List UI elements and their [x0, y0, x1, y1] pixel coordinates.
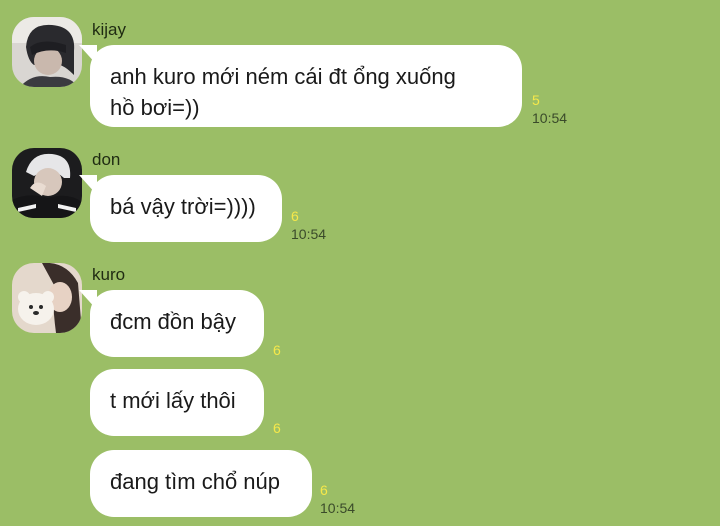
- read-count: 6: [291, 208, 299, 224]
- message-timestamp: 10:54: [532, 110, 568, 126]
- message-bubble[interactable]: đang tìm chổ núp: [90, 450, 312, 517]
- profile-photo-icon: [12, 263, 82, 333]
- avatar-kijay[interactable]: [12, 17, 82, 87]
- message-bubble[interactable]: t mới lấy thôi: [90, 369, 264, 436]
- sender-name: kuro: [92, 265, 126, 284]
- message-timestamp: 10:54: [320, 500, 356, 516]
- message-text-line: đang tìm chổ núp: [110, 469, 281, 494]
- read-count: 6: [273, 342, 281, 358]
- message-bubble[interactable]: anh kuro mới ném cái đt ổng xuống hồ bơi…: [79, 45, 522, 127]
- sender-name: kijay: [92, 20, 127, 39]
- avatar-don[interactable]: [12, 148, 82, 218]
- profile-photo-icon: [12, 148, 82, 218]
- sender-name: don: [92, 150, 121, 169]
- profile-photo-icon: [12, 17, 82, 87]
- message-text-line: anh kuro mới ném cái đt ổng xuống: [110, 64, 456, 89]
- read-count: 6: [273, 420, 281, 436]
- message-text-line: hồ bơi=)): [110, 95, 200, 120]
- message-text-line: bá vậy trời=)))): [110, 194, 256, 219]
- avatar-kuro[interactable]: [12, 263, 82, 333]
- message-text-line: t mới lấy thôi: [110, 388, 236, 413]
- message-timestamp: 10:54: [291, 226, 327, 242]
- message-text-line: đcm đồn bậy: [110, 309, 236, 334]
- message-bubble[interactable]: đcm đồn bậy: [79, 290, 264, 357]
- read-count: 6: [320, 482, 328, 498]
- read-count: 5: [532, 92, 540, 108]
- message-bubble[interactable]: bá vậy trời=)))): [79, 175, 282, 242]
